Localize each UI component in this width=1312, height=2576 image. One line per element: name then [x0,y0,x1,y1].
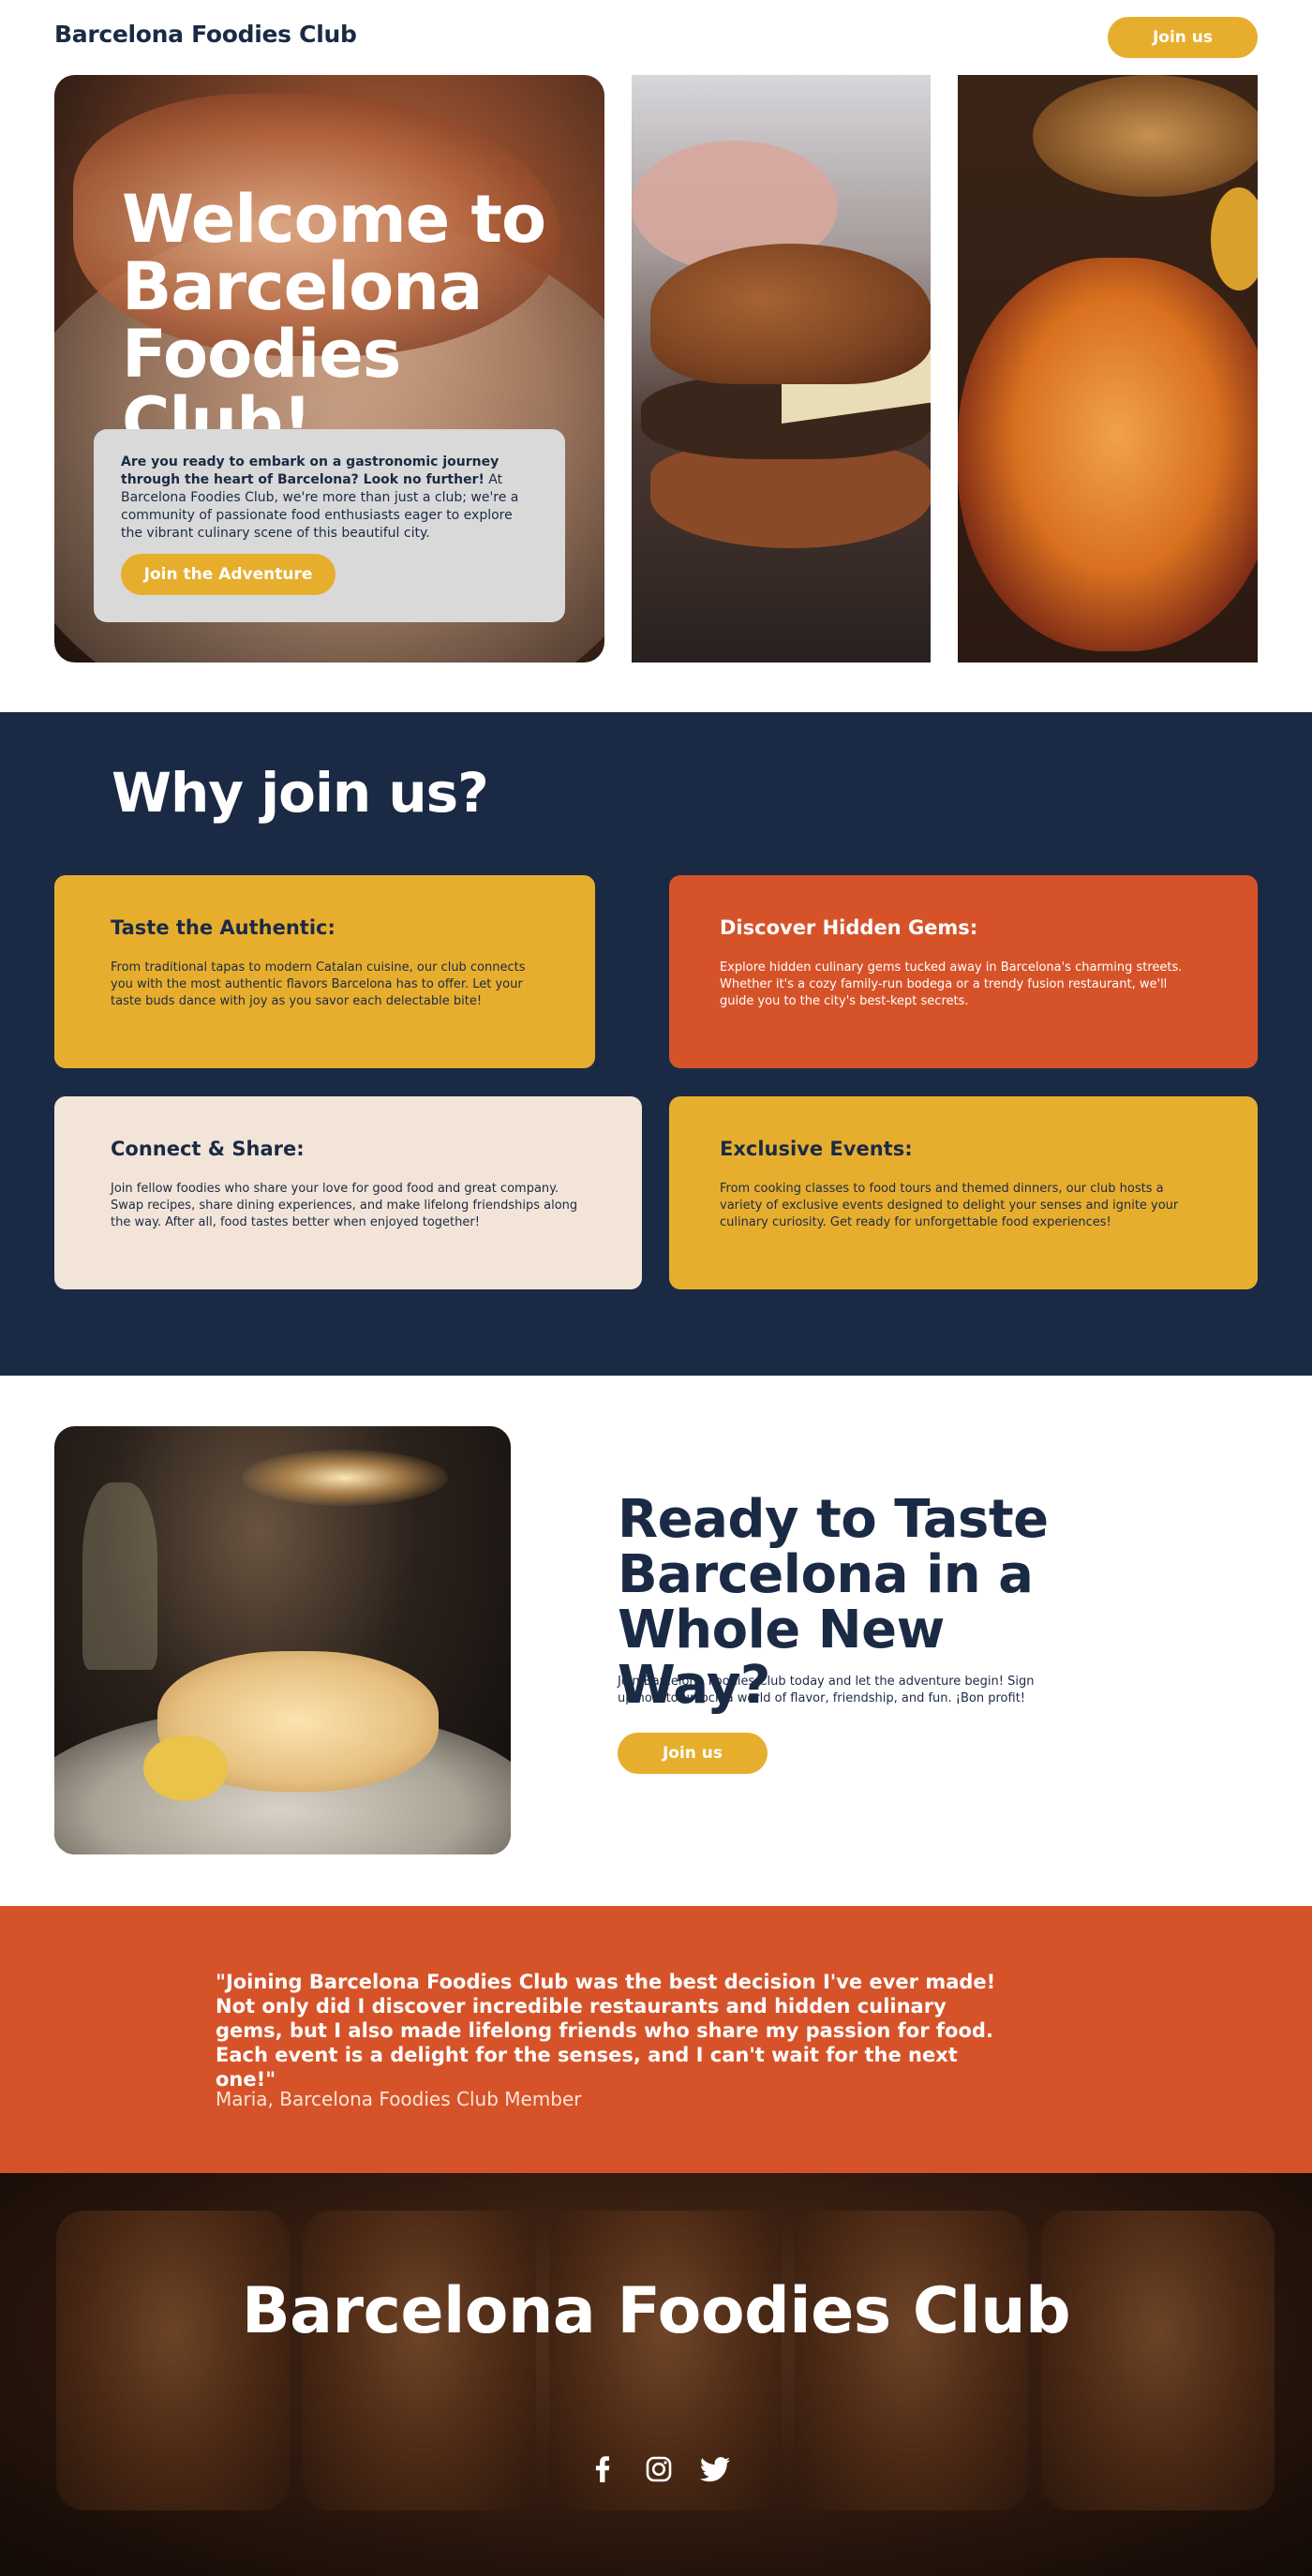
lemon-shape [143,1735,228,1801]
shrimp-bowl-shape [958,258,1258,651]
feature-card-title: Exclusive Events: [720,1138,913,1160]
lemon-shape [1211,187,1258,290]
header-join-button[interactable]: Join us [1108,17,1258,58]
hero-section: Welcome to Barcelona Foodies Club! Are y… [0,75,1312,712]
bun-top-shape [650,244,931,384]
feature-card-authentic: Taste the Authentic: From traditional ta… [54,875,595,1068]
testimonial-quote: "Joining Barcelona Foodies Club was the … [216,1971,996,2091]
footer-title: Barcelona Foodies Club [241,2274,1071,2348]
hero-title: Welcome to Barcelona Foodies Club! [122,181,546,460]
hero-intro-bold: Are you ready to embark on a gastronomic… [121,454,499,487]
site-footer: Barcelona Foodies Club [0,2173,1312,2576]
bread-shape [1033,75,1258,197]
wine-glass-shape [82,1482,157,1670]
feature-card-hidden-gems: Discover Hidden Gems: Explore hidden cul… [669,875,1258,1068]
feature-card-text: Explore hidden culinary gems tucked away… [720,960,1183,1008]
feature-card-connect: Connect & Share: Join fellow foodies who… [54,1096,642,1289]
feature-card-title: Connect & Share: [111,1138,305,1160]
lamp-glow-shape [242,1450,448,1506]
social-links [588,2454,730,2484]
hero-intro-card: Are you ready to embark on a gastronomic… [94,429,565,622]
testimonial-section: "Joining Barcelona Foodies Club was the … [0,1906,1312,2173]
hero-octopus-image: Welcome to Barcelona Foodies Club! Are y… [54,75,604,663]
hero-burger-image [632,75,931,663]
feature-card-text: From cooking classes to food tours and t… [720,1182,1179,1229]
feature-card-text: Join fellow foodies who share your love … [111,1182,578,1229]
footer-overlay [0,2173,1312,2576]
cta-section: Ready to Taste Barcelona in a Whole New … [0,1376,1312,1906]
cta-join-button[interactable]: Join us [618,1733,768,1774]
hero-shrimp-image [958,75,1258,663]
feature-card-title: Taste the Authentic: [111,916,335,939]
testimonial-author: Maria, Barcelona Foodies Club Member [216,2088,582,2110]
calamari-image [54,1426,511,1854]
feature-card-title: Discover Hidden Gems: [720,916,978,939]
why-title: Why join us? [112,761,489,825]
bun-bottom-shape [650,445,931,548]
cta-text: Join Barcelona Foodies Club today and le… [618,1675,1035,1705]
hero-intro-text: Are you ready to embark on a gastronomic… [121,454,538,543]
brand-logo[interactable]: Barcelona Foodies Club [54,21,357,48]
facebook-icon[interactable] [588,2454,618,2484]
feature-card-text: From traditional tapas to modern Catalan… [111,960,526,1008]
instagram-icon[interactable] [644,2454,674,2484]
why-join-section: Why join us? Taste the Authentic: From t… [0,712,1312,1376]
site-header: Barcelona Foodies Club Join us [0,0,1312,75]
twitter-icon[interactable] [700,2454,730,2484]
join-adventure-button[interactable]: Join the Adventure [121,554,335,595]
feature-card-events: Exclusive Events: From cooking classes t… [669,1096,1258,1289]
